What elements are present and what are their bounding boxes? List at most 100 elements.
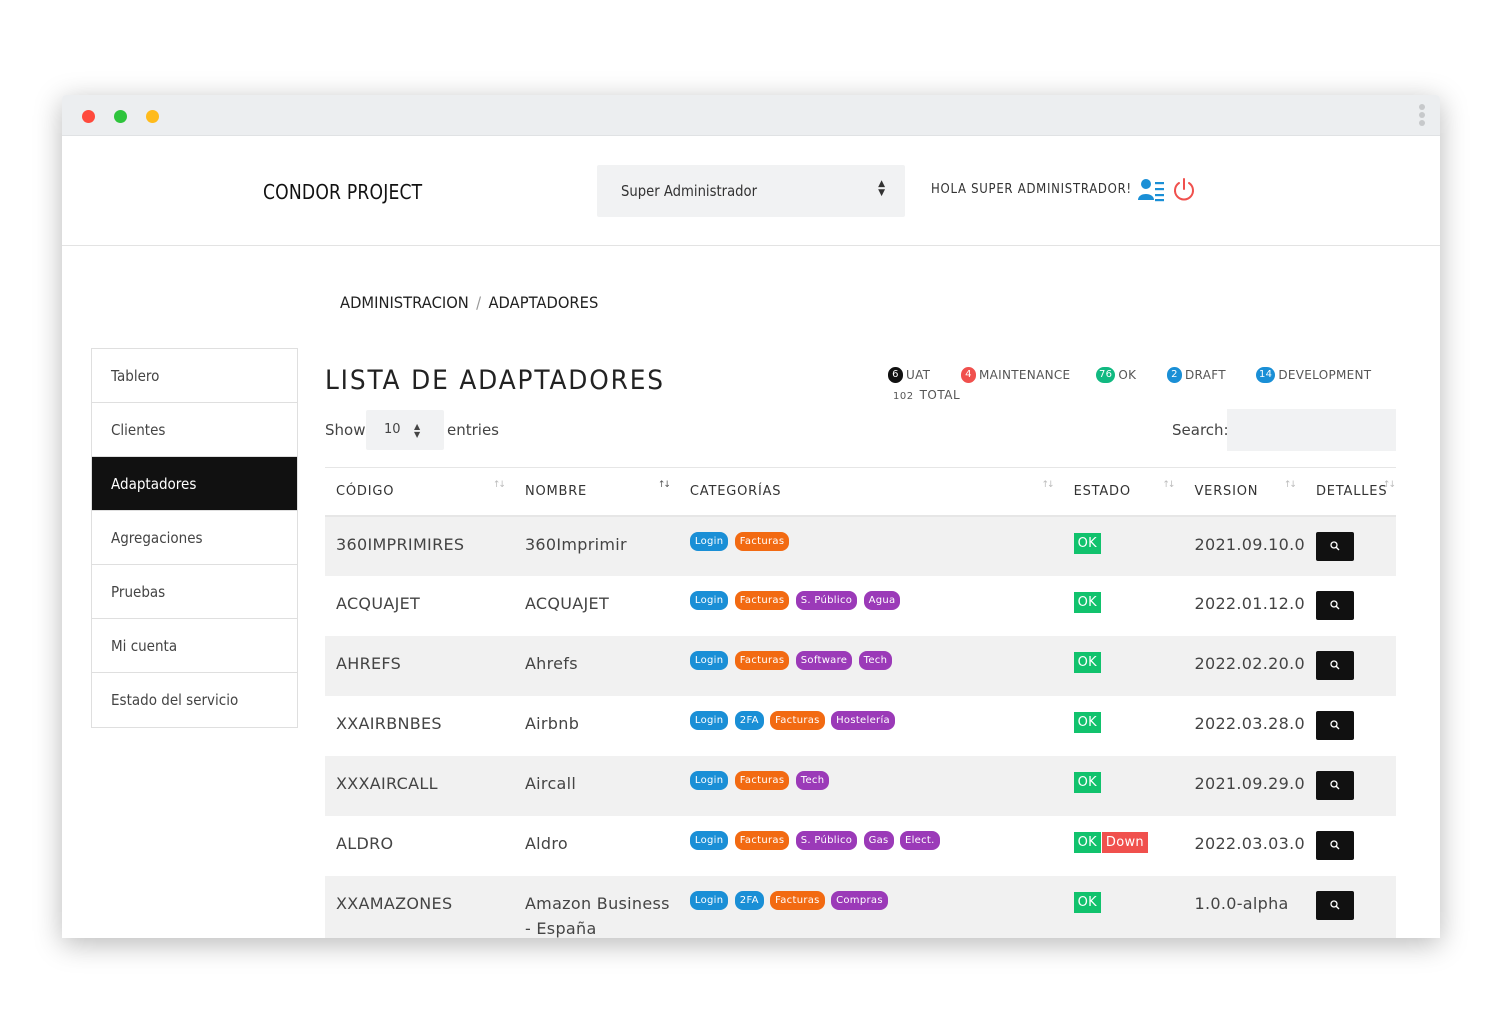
total-label: TOTAL	[919, 388, 961, 402]
sidebar-item-tablero[interactable]: Tablero	[92, 349, 297, 403]
cell-detalles	[1305, 696, 1396, 756]
sidebar-item-pruebas[interactable]: Pruebas	[92, 565, 297, 619]
category-badge: Software	[795, 650, 853, 670]
stat-total: 102 TOTAL	[893, 388, 960, 402]
header-label: ESTADO	[1073, 483, 1131, 499]
cell-detalles	[1305, 576, 1396, 636]
column-header-nombre[interactable]: NOMBRE ↑↓	[513, 467, 679, 517]
details-button[interactable]	[1315, 590, 1354, 620]
details-button[interactable]	[1315, 890, 1354, 920]
nombre-text: ACQUAJET	[524, 593, 610, 613]
sidebar-item-label: Clientes	[111, 421, 166, 439]
sidebar-item-mi-cuenta[interactable]: Mi cuenta	[92, 619, 297, 673]
cell-categorias: Login Facturas	[679, 516, 1063, 576]
entries-label: entries	[447, 421, 499, 439]
category-badge: Tech	[858, 650, 893, 670]
cell-nombre: Airbnb	[514, 696, 679, 756]
cell-codigo: ALDRO	[336, 833, 394, 853]
cell-estado: OK Down	[1063, 816, 1184, 876]
sidebar-item-label: Agregaciones	[111, 529, 203, 547]
maximize-window-button[interactable]	[114, 110, 127, 123]
category-badge: Elect.	[899, 830, 940, 850]
details-button[interactable]	[1315, 650, 1354, 680]
category-badge: Login	[689, 590, 729, 610]
status-badge: OK	[1073, 831, 1101, 853]
cell-detalles	[1305, 516, 1396, 576]
status-badge: OK	[1073, 711, 1101, 733]
entries-select[interactable]: 10 ▲ ▼	[366, 410, 444, 450]
stat-draft: 2 DRAFT	[1167, 367, 1226, 383]
stat-maintenance: 4 MAINTENANCE	[961, 367, 1070, 383]
table-row: 360IMPRIMIRES 360Imprimir Login Facturas O…	[325, 515, 1396, 576]
close-window-button[interactable]	[82, 110, 95, 123]
count-badge: 76	[1096, 367, 1116, 383]
cell-version: 1.0.0-alpha	[1194, 893, 1289, 913]
nombre-text: Aldro	[524, 833, 568, 853]
select-arrows-icon: ▲ ▼	[414, 422, 421, 439]
category-badge: Facturas	[734, 650, 790, 670]
table-row: XXXAIRCALL Aircall Login Facturas Tech OK 2…	[325, 755, 1396, 816]
sort-icon: ↑↓	[1162, 480, 1175, 490]
category-badge: Login	[689, 890, 729, 910]
details-button[interactable]	[1315, 830, 1354, 860]
user-list-icon[interactable]	[1138, 178, 1164, 202]
category-badge: S. Público	[795, 830, 858, 850]
cell-categorias: Login 2FA Facturas Compras	[679, 876, 1063, 939]
category-badge: Facturas	[734, 830, 790, 850]
details-button[interactable]	[1315, 770, 1354, 800]
category-badge: Facturas	[770, 710, 825, 730]
cell-categorias: Login Facturas Tech	[679, 756, 1063, 816]
power-icon[interactable]	[1173, 177, 1195, 203]
sidebar-item-estado-servicio[interactable]: Estado del servicio	[92, 673, 297, 727]
cell-estado: OK	[1063, 636, 1184, 696]
cell-categorias: Login Facturas S. Público Agua	[679, 576, 1063, 636]
breadcrumb-parent[interactable]: ADMINISTRACION	[340, 293, 469, 312]
column-header-detalles[interactable]: DETALLES ↑↓	[1304, 467, 1396, 517]
sort-icon: ↑↓	[1382, 480, 1396, 490]
nombre-text: 360Imprimir	[524, 534, 627, 554]
entries-select-value: 10	[384, 422, 401, 437]
cell-categorias: Login 2FA Facturas Hostelería	[679, 696, 1063, 756]
status-badge: OK	[1073, 891, 1101, 913]
category-badge: Facturas	[734, 531, 790, 551]
sidebar-item-adaptadores[interactable]: Adaptadores	[92, 457, 297, 511]
status-badge: OK	[1073, 591, 1101, 613]
category-badge: 2FA	[734, 710, 764, 730]
sidebar-item-agregaciones[interactable]: Agregaciones	[92, 511, 297, 565]
sort-asc-icon: ↑↓	[657, 480, 671, 490]
status-badge: OK	[1073, 771, 1101, 793]
stat-label: OK	[1118, 368, 1137, 382]
category-badge: Facturas	[770, 890, 825, 910]
sidebar-item-label: Estado del servicio	[111, 691, 239, 709]
cell-codigo: ACQUAJET	[336, 593, 421, 613]
table-row: ALDRO Aldro Login Facturas S. Público Gas …	[325, 816, 1396, 876]
sidebar-menu: Tablero Clientes Adaptadores Agregacione…	[91, 348, 298, 728]
details-button[interactable]	[1315, 531, 1354, 561]
cell-version: 2022.03.03.0	[1194, 833, 1305, 853]
cell-estado: OK	[1063, 696, 1184, 756]
cell-codigo: 360IMPRIMIRES	[336, 534, 465, 554]
cell-nombre: Amazon Business - España	[514, 876, 679, 939]
column-header-estado[interactable]: ESTADO ↑↓	[1062, 467, 1184, 517]
column-header-categorias[interactable]: CATEGORÍAS ↑↓	[678, 467, 1063, 517]
details-button[interactable]	[1315, 710, 1354, 740]
brand-title[interactable]: CONDOR PROJECT	[263, 180, 422, 204]
stat-label: DRAFT	[1185, 368, 1226, 382]
column-header-version[interactable]: VERSION ↑↓	[1183, 467, 1305, 517]
nombre-text: Airbnb	[524, 713, 580, 733]
role-select[interactable]: Super Administrador ▲ ▼	[597, 165, 905, 217]
cell-version: 2021.09.29.0	[1194, 773, 1305, 793]
search-input[interactable]	[1227, 409, 1396, 451]
stat-label: DEVELOPMENT	[1278, 368, 1372, 382]
sidebar-item-label: Tablero	[111, 367, 160, 385]
minimize-window-button[interactable]	[146, 110, 159, 123]
sidebar-item-clientes[interactable]: Clientes	[92, 403, 297, 457]
search-label: Search:	[1172, 421, 1229, 439]
table-row: XXAIRBNBES Airbnb Login 2FA Facturas Hoste…	[325, 696, 1396, 756]
kebab-menu-icon[interactable]	[1418, 104, 1426, 128]
category-badge: Gas	[863, 830, 894, 850]
category-badge: Login	[689, 531, 729, 551]
header-label: VERSION	[1194, 483, 1259, 499]
cell-estado: OK	[1063, 756, 1184, 816]
column-header-codigo[interactable]: CÓDIGO ↑↓	[325, 467, 514, 517]
